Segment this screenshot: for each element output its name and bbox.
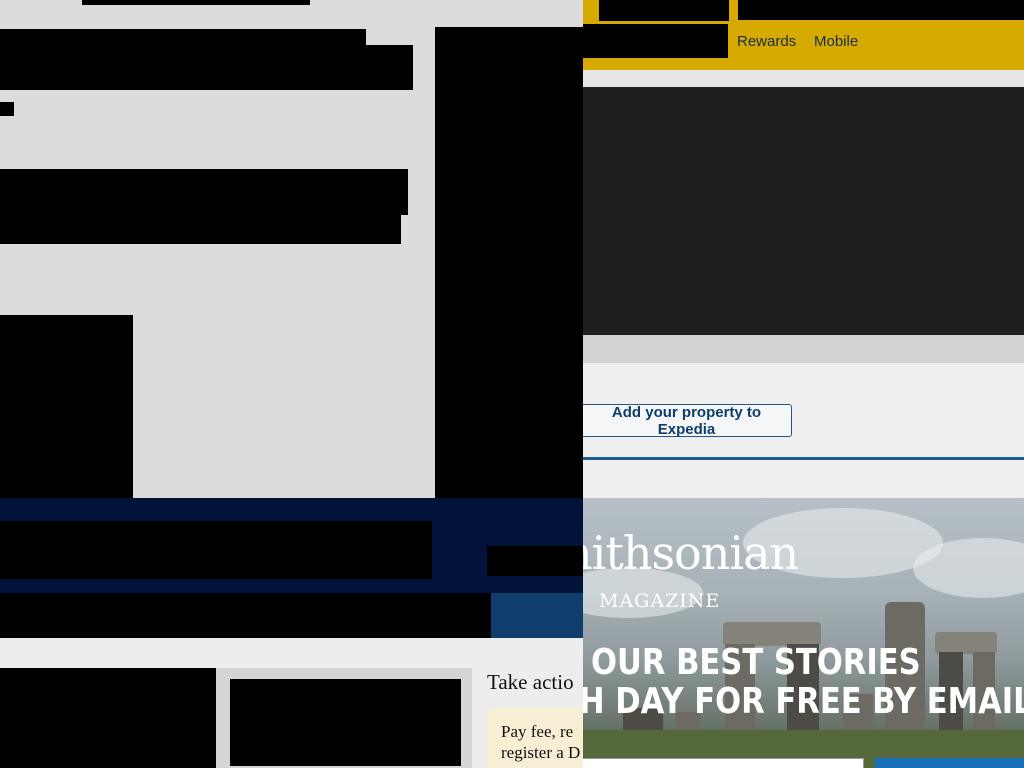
redacted-block [738, 0, 1024, 20]
left-overlay-pane [0, 0, 583, 498]
video-player[interactable] [583, 87, 1024, 335]
add-property-button[interactable]: Add your property to Expedia [583, 404, 792, 438]
smithsonian-logo-name: nithsonian [583, 526, 799, 580]
newsletter-headline-line1: OUR BEST STORIES [591, 642, 921, 683]
service-card [216, 668, 472, 768]
banner-bottom-band [0, 638, 583, 668]
left-dark-banner [0, 498, 583, 668]
nav-item-mobile[interactable]: Mobile [814, 33, 858, 50]
redacted-block [435, 27, 583, 498]
redacted-block [0, 102, 14, 116]
redacted-block [0, 315, 133, 498]
newsletter-headline-line2: H DAY FOR FREE BY EMAIL [583, 681, 1024, 722]
redacted-block [0, 169, 408, 215]
take-action-heading: Take actio [487, 670, 574, 694]
redacted-block [230, 679, 461, 766]
newsletter-email-input[interactable] [583, 758, 864, 768]
pay-fee-card[interactable]: Pay fee, re register a D [487, 708, 583, 768]
nav-item-rewards[interactable]: Rewards [737, 33, 796, 50]
smithsonian-logo-sub: MAGAZINE [599, 590, 721, 612]
redacted-block [583, 24, 728, 58]
section-divider [583, 457, 1024, 460]
expedia-pane: Rewards Mobile Add your property to Expe… [583, 0, 1024, 498]
redacted-block [0, 668, 216, 768]
redacted-block [0, 212, 401, 244]
top-nav-bar: Rewards Mobile [583, 0, 1024, 70]
redacted-block [0, 593, 491, 638]
redacted-block [0, 45, 413, 90]
redacted-block [0, 521, 432, 579]
government-services-section: Take actio Pay fee, re register a D [0, 668, 583, 768]
newsletter-signup-button[interactable] [875, 758, 1024, 768]
redacted-block [82, 0, 310, 5]
stone-lintel [935, 632, 997, 654]
expedia-content: Add your property to Expedia [583, 363, 1024, 498]
redacted-block [599, 0, 729, 21]
pay-fee-text: Pay fee, re register a D [501, 722, 581, 762]
smithsonian-newsletter-banner: nithsonian MAGAZINE OUR BEST STORIES H D… [583, 498, 1024, 768]
video-shadow [583, 335, 1024, 363]
redacted-block [487, 546, 583, 576]
banner-button-area [491, 593, 583, 638]
